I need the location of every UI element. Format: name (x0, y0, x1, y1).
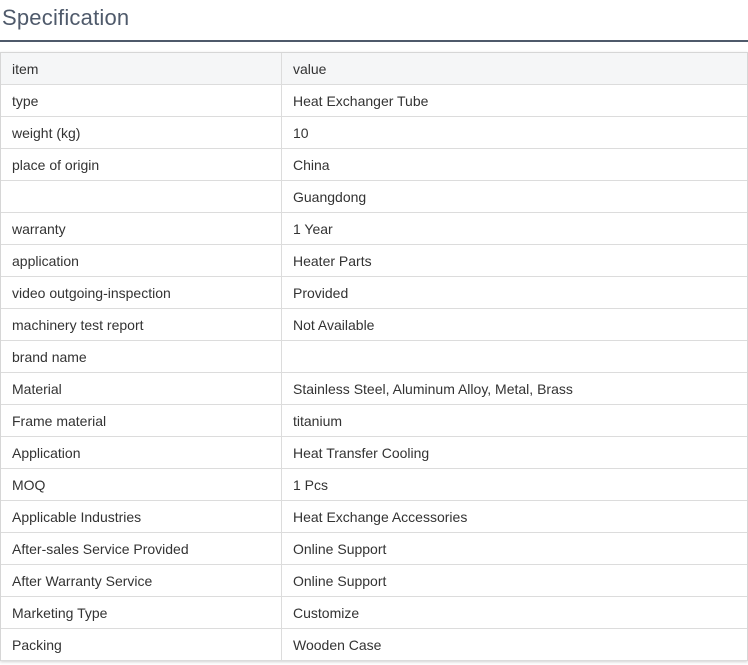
spec-key-cell: Application (1, 436, 282, 469)
table-row: MOQ 1 Pcs (1, 468, 747, 501)
spec-value-cell: 10 (281, 116, 747, 149)
spec-key-cell: Material (1, 372, 282, 405)
table-header-row: item value (1, 53, 747, 85)
table-row: Marketing Type Customize (1, 596, 747, 629)
table-row: Material Stainless Steel, Aluminum Alloy,… (1, 372, 747, 405)
table-row: brand name (1, 340, 747, 373)
spec-value-cell: 1 Pcs (281, 468, 747, 501)
spec-key-cell: Frame material (1, 404, 282, 437)
spec-key-cell: weight (kg) (1, 116, 282, 149)
spec-value-cell: Heat Exchanger Tube (281, 84, 747, 117)
spec-key-cell: After Warranty Service (1, 564, 282, 597)
spec-value-cell: Wooden Case (281, 628, 747, 661)
spec-value-cell: Not Available (281, 308, 747, 341)
spec-key-cell: place of origin (1, 148, 282, 181)
spec-key-cell: Applicable Industries (1, 500, 282, 533)
table-row: Applicable Industries Heat Exchange Acces… (1, 500, 747, 533)
table-row: After Warranty Service Online Support (1, 564, 747, 597)
spec-value-cell: Heat Transfer Cooling (281, 436, 747, 469)
spec-key-cell: machinery test report (1, 308, 282, 341)
spec-key-cell: MOQ (1, 468, 282, 501)
table-row: place of origin China (1, 148, 747, 181)
table-row: Packing Wooden Case (1, 628, 747, 661)
table-row: Guangdong (1, 180, 747, 213)
table-row: video outgoing-inspection Provided (1, 276, 747, 309)
spec-value-cell: titanium (281, 404, 747, 437)
header-cell-item: item (1, 53, 282, 85)
table-row: weight (kg) 10 (1, 116, 747, 149)
spec-key-cell: video outgoing-inspection (1, 276, 282, 309)
spec-key-cell: brand name (1, 340, 282, 373)
spec-key-cell: application (1, 244, 282, 277)
spec-value-cell: Stainless Steel, Aluminum Alloy, Metal, … (281, 372, 747, 405)
header-cell-value: value (281, 53, 747, 85)
spec-key-cell: After-sales Service Provided (1, 532, 282, 565)
spec-key-cell (1, 180, 282, 213)
specification-table-container: item value type Heat Exchanger Tube weight… (0, 52, 748, 661)
spec-value-cell (281, 340, 747, 373)
spec-key-cell: warranty (1, 212, 282, 245)
specification-table: item value type Heat Exchanger Tube weight… (1, 53, 747, 661)
specification-table-body: item value type Heat Exchanger Tube weight… (1, 53, 747, 661)
table-row: machinery test report Not Available (1, 308, 747, 341)
table-row: type Heat Exchanger Tube (1, 84, 747, 117)
spec-value-cell: Heat Exchange Accessories (281, 500, 747, 533)
table-row: Application Heat Transfer Cooling (1, 436, 747, 469)
spec-value-cell: Online Support (281, 564, 747, 597)
spec-value-cell: 1 Year (281, 212, 747, 245)
spec-value-cell: Provided (281, 276, 747, 309)
table-row: Frame material titanium (1, 404, 747, 437)
table-row: After-sales Service Provided Online Suppo… (1, 532, 747, 565)
section-title-underline (0, 40, 748, 42)
table-row: application Heater Parts (1, 244, 747, 277)
spec-value-cell: Guangdong (281, 180, 747, 213)
table-row: warranty 1 Year (1, 212, 747, 245)
spec-key-cell: type (1, 84, 282, 117)
spec-value-cell: China (281, 148, 747, 181)
spec-key-cell: Packing (1, 628, 282, 661)
spec-key-cell: Marketing Type (1, 596, 282, 629)
section-title: Specification (2, 5, 130, 30)
spec-value-cell: Online Support (281, 532, 747, 565)
spec-value-cell: Heater Parts (281, 244, 747, 277)
spec-value-cell: Customize (281, 596, 747, 629)
